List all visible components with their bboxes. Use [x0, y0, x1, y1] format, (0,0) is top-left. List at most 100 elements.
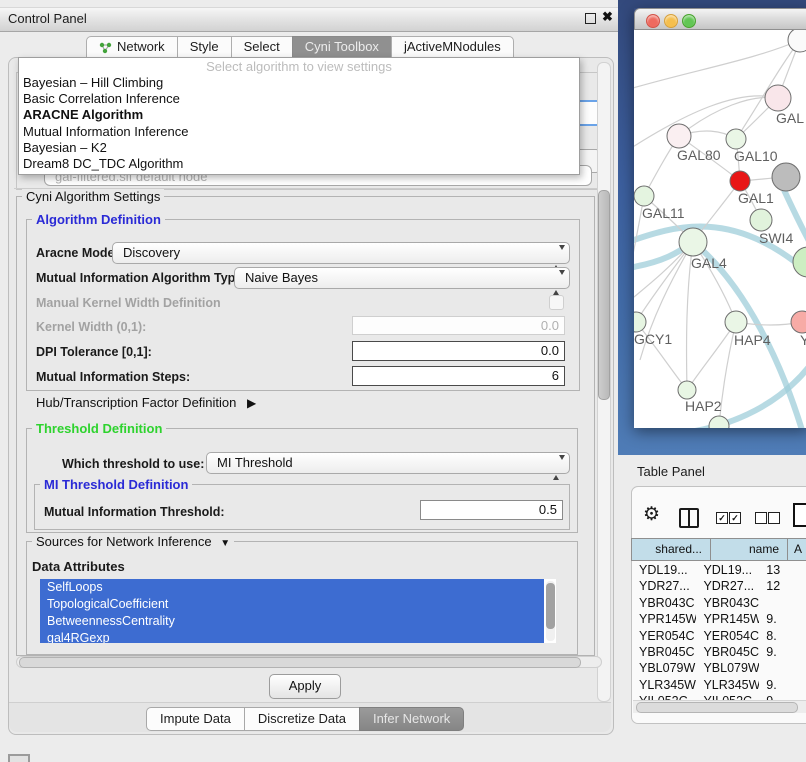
tab-impute-data[interactable]: Impute Data: [146, 707, 245, 731]
dropdown-item-basic-correlation-inference[interactable]: Basic Correlation Inference: [19, 91, 579, 107]
dropdown-placeholder: Select algorithm to view settings: [19, 59, 579, 75]
data-attributes-label: Data Attributes: [32, 559, 125, 574]
table-row[interactable]: YBL079WYBL079W: [632, 660, 806, 676]
tab-network[interactable]: Network: [86, 36, 178, 58]
tab-jactivemnodules[interactable]: jActiveMNodules: [391, 36, 514, 58]
minimize-traffic-light-icon[interactable]: [664, 14, 678, 28]
table-row[interactable]: YBR045CYBR045C9.: [632, 644, 806, 660]
dropdown-item-mutual-information-inference[interactable]: Mutual Information Inference: [19, 124, 579, 140]
network-node-gal1[interactable]: [730, 171, 750, 191]
network-node[interactable]: [793, 247, 806, 277]
network-node-swi4[interactable]: [750, 209, 772, 231]
columns-icon[interactable]: [679, 508, 699, 528]
network-node[interactable]: [788, 30, 806, 52]
table-row[interactable]: YBR043CYBR043C: [632, 595, 806, 611]
tab-cyni-toolbox[interactable]: Cyni Toolbox: [292, 36, 392, 58]
table-cell: 8.: [759, 628, 806, 644]
close-icon[interactable]: ✖: [602, 10, 613, 23]
table-cell: YDL19...: [632, 562, 696, 578]
dropdown-item-bayesian-hill-climbing[interactable]: Bayesian – Hill Climbing: [19, 75, 579, 91]
attribute-item-topologicalcoefficient[interactable]: TopologicalCoefficient: [40, 596, 544, 613]
control-panel-title: Control Panel: [8, 11, 87, 26]
settings-hscrollbar-thumb[interactable]: [19, 657, 581, 668]
mi-threshold-field[interactable]: 0.5: [420, 500, 563, 520]
tab-label: Cyni Toolbox: [305, 37, 379, 57]
table-rows: YDL19...YDL19...13YDR27...YDR27...12YBR0…: [632, 562, 806, 702]
resize-grip-icon[interactable]: [8, 754, 30, 762]
mi-threshold-group-label: MI Threshold Definition: [40, 477, 192, 492]
deselect-all-checkbox-icon[interactable]: [768, 512, 780, 524]
network-node[interactable]: [709, 416, 729, 428]
table-cell: YPR145W: [632, 611, 696, 627]
application-root: Control Panel ✖ NetworkStyleSelect Cyni T…: [0, 0, 806, 762]
float-window-icon[interactable]: [585, 13, 596, 24]
table-row[interactable]: YDL19...YDL19...13: [632, 562, 806, 578]
dpi-tolerance-field[interactable]: 0.0: [352, 341, 565, 361]
table-cell: YBR043C: [632, 595, 696, 611]
function-builder-icon[interactable]: [793, 503, 806, 527]
network-node-gal80[interactable]: [667, 124, 691, 148]
table-row[interactable]: YLR345WYLR345W9.: [632, 677, 806, 693]
table-cell: 9.: [759, 677, 806, 693]
node-label-y: Y: [800, 332, 806, 348]
table-row[interactable]: YER054CYER054C8.: [632, 628, 806, 644]
network-node-gal4[interactable]: [679, 228, 707, 256]
network-node-gal11[interactable]: [634, 186, 654, 206]
apply-button[interactable]: Apply: [269, 674, 341, 699]
tab-discretize-data[interactable]: Discretize Data: [244, 707, 360, 731]
network-node-gcy1[interactable]: [634, 312, 646, 332]
deselect-all-checkbox-icon[interactable]: [755, 512, 767, 524]
table-header-row: shared...nameA: [632, 538, 806, 561]
column-header-name[interactable]: name: [710, 538, 788, 561]
tab-style[interactable]: Style: [177, 36, 232, 58]
data-attributes-list[interactable]: SelfLoopsTopologicalCoefficientBetweenne…: [40, 579, 556, 643]
aracne-mode-label: Aracne Mode:: [36, 246, 119, 260]
select-all-checkbox-icon[interactable]: ✓: [716, 512, 728, 524]
attribute-item-selfloops[interactable]: SelfLoops: [40, 579, 544, 596]
mi-steps-field[interactable]: 6: [352, 366, 565, 386]
close-traffic-light-icon[interactable]: [646, 14, 660, 28]
gear-icon[interactable]: ⚙: [643, 503, 660, 526]
node-label-gal: GAL: [776, 110, 804, 126]
column-header-shared[interactable]: shared...: [631, 538, 711, 561]
kernel-width-field[interactable]: 0.0: [352, 316, 565, 335]
network-window: GALGAL80GAL10GAL1GAL11SWI4GAL4GCY1HAP4YH…: [634, 8, 806, 428]
network-node-gal10[interactable]: [726, 129, 746, 149]
attribute-item-gal4rgexp[interactable]: gal4RGexp: [40, 630, 544, 643]
select-all-checkbox-icon[interactable]: ✓: [729, 512, 741, 524]
dropdown-item-aracne-algorithm[interactable]: ARACNE Algorithm: [19, 107, 579, 123]
aracne-mode-value: Discovery: [123, 245, 180, 260]
network-window-titlebar[interactable]: [634, 8, 806, 30]
network-edge[interactable]: [636, 242, 693, 322]
aracne-mode-select[interactable]: Discovery: [112, 242, 570, 264]
network-node-gal[interactable]: [765, 85, 791, 111]
zoom-traffic-light-icon[interactable]: [682, 14, 696, 28]
dropdown-item-bayesian-k2[interactable]: Bayesian – K2: [19, 140, 579, 156]
spinner-arrows-icon: [553, 458, 561, 478]
network-node[interactable]: [772, 163, 800, 191]
table-hscrollbar-thumb[interactable]: [636, 702, 798, 713]
dropdown-item-dream8-dc-tdc-algorithm[interactable]: Dream8 DC_TDC Algorithm: [19, 156, 579, 172]
tab-infer-network[interactable]: Infer Network: [359, 707, 464, 731]
algorithm-definition-label: Algorithm Definition: [32, 212, 165, 227]
table-panel-title: Table Panel: [637, 464, 705, 479]
network-node-hap2[interactable]: [678, 381, 696, 399]
network-edge[interactable]: [679, 97, 778, 136]
sources-group-label[interactable]: Sources for Network Inference ▼: [32, 534, 234, 549]
column-header-a[interactable]: A: [787, 538, 806, 561]
network-edge[interactable]: [634, 96, 778, 150]
mi-type-select[interactable]: Naive Bayes: [234, 267, 570, 289]
tab-select[interactable]: Select: [231, 36, 293, 58]
network-node-y[interactable]: [791, 311, 806, 333]
table-row[interactable]: YDR27...YDR27...12: [632, 578, 806, 594]
manual-kernel-checkbox[interactable]: [549, 295, 564, 310]
network-edge[interactable]: [634, 40, 800, 90]
network-node-hap4[interactable]: [725, 311, 747, 333]
network-canvas[interactable]: GALGAL80GAL10GAL1GAL11SWI4GAL4GCY1HAP4YH…: [634, 30, 806, 428]
hub-definition-toggle[interactable]: Hub/Transcription Factor Definition ▶: [36, 395, 256, 410]
control-panel-vscrollbar-thumb[interactable]: [598, 190, 610, 400]
which-threshold-select[interactable]: MI Threshold: [206, 452, 570, 474]
table-row[interactable]: YPR145WYPR145W9.: [632, 611, 806, 627]
list-scrollbar-thumb[interactable]: [546, 583, 555, 629]
attribute-item-betweennesscentrality[interactable]: BetweennessCentrality: [40, 613, 544, 630]
